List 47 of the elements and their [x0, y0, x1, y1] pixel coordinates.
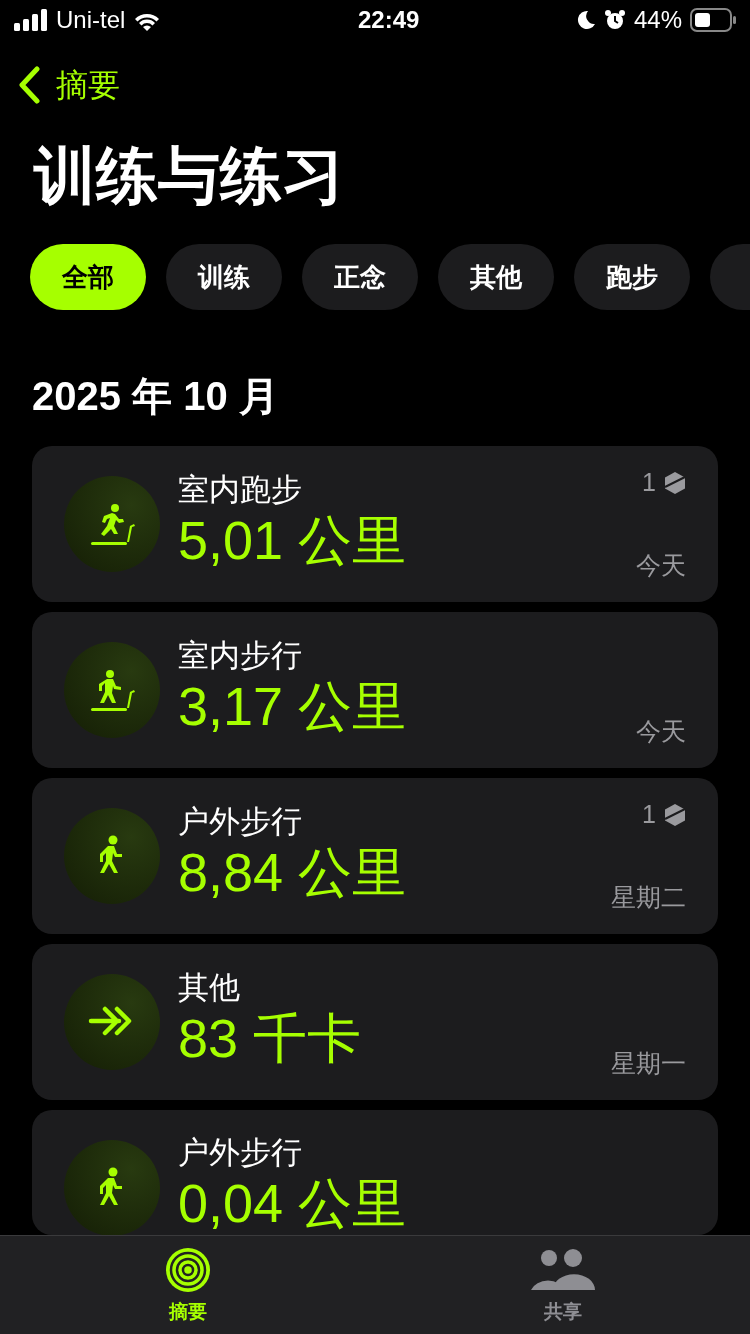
workout-date: 今天 [636, 715, 686, 747]
workout-card[interactable]: 室内跑步 5,01 公里 1 今天 [32, 446, 718, 602]
workout-date: 星期一 [611, 1047, 686, 1079]
workout-name: 户外步行 [178, 1134, 303, 1172]
battery-percent: 44% [633, 5, 682, 35]
workout-card[interactable]: 其他 83 千卡 星期一 [32, 944, 718, 1100]
workout-value: 8,84 公里 [178, 841, 408, 903]
double-chevron-icon [88, 1006, 132, 1036]
workout-card[interactable]: 室内步行 3,17 公里 今天 [32, 612, 718, 768]
workout-value: 5,01 公里 [178, 509, 408, 571]
workout-name: 室内步行 [178, 637, 303, 675]
activity-rings-icon [163, 1246, 212, 1294]
award-count: 1 [642, 799, 656, 830]
award-count: 1 [642, 467, 656, 498]
walking-figure-icon [100, 1167, 122, 1205]
status-time: 22:49 [357, 5, 420, 35]
section-header: 2025 年 10 月 [31, 373, 280, 420]
moon-icon [575, 10, 596, 30]
alarm-clock-icon [603, 9, 626, 31]
filter-chip[interactable]: 跑步 [574, 244, 690, 310]
chevron-left-icon [18, 66, 40, 104]
tab-item[interactable]: 摘要 [107, 1236, 268, 1334]
workout-name: 室内跑步 [178, 471, 303, 509]
workout-value: 83 千卡 [178, 1007, 363, 1069]
filter-chip[interactable]: 正念 [302, 244, 418, 310]
workout-name: 其他 [178, 969, 241, 1007]
workout-card[interactable]: 户外步行 8,84 公里 1 星期二 [32, 778, 718, 934]
treadmill-runner-icon [91, 504, 135, 545]
battery-icon [690, 8, 736, 32]
signal-icon [14, 9, 48, 31]
carrier-name: Uni-tel [56, 5, 126, 35]
workout-value: 3,17 公里 [178, 675, 408, 737]
workout-name: 户外步行 [178, 803, 303, 841]
tab-item[interactable]: 共享 [482, 1236, 643, 1334]
workout-value: 0,04 公里 [178, 1172, 408, 1234]
walking-figure-icon [100, 835, 122, 873]
hexagon-icon [664, 802, 686, 827]
treadmill-walker-icon [91, 670, 135, 711]
hexagon-icon [664, 470, 686, 495]
filter-chip[interactable]: 全部 [30, 244, 146, 310]
workout-date: 今天 [636, 549, 686, 581]
workout-card[interactable]: 户外步行 0,04 公里 [32, 1110, 718, 1235]
page-title: 训练与练习 [32, 140, 345, 212]
workout-date: 星期二 [611, 881, 686, 913]
filter-chip[interactable]: 训练 [166, 244, 282, 310]
filter-chip[interactable]: 其他 [438, 244, 554, 310]
back-button[interactable]: 摘要 [18, 61, 120, 109]
